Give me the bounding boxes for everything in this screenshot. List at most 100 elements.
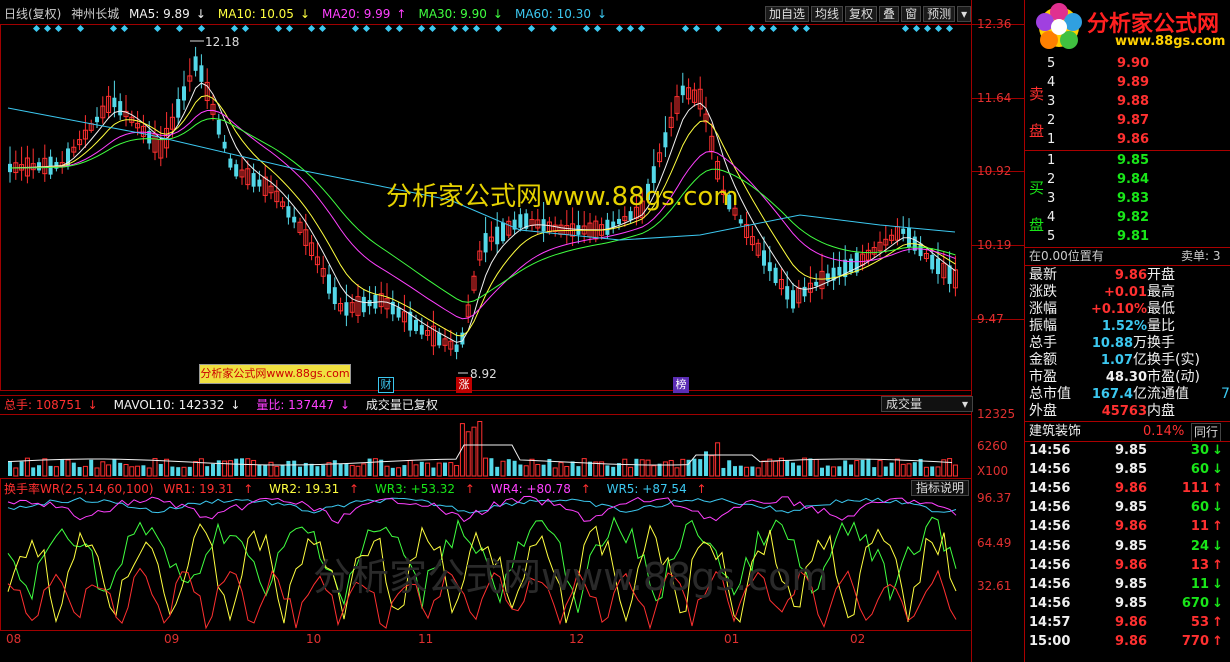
candle (947, 265, 952, 284)
trade-volume: 60 (1190, 500, 1209, 516)
sell-level-row[interactable]: 2 9.87 (1025, 112, 1230, 129)
volume-bar (529, 458, 535, 477)
toolbar-button[interactable]: 均线 (811, 6, 844, 22)
signal-diamond (934, 24, 943, 33)
sell-level-row[interactable]: 5 9.90 (1025, 55, 1230, 72)
signal-diamond (384, 24, 393, 33)
candle (837, 266, 842, 276)
candle (802, 286, 807, 297)
moving-average-line (9, 82, 956, 343)
signal-diamond (362, 24, 371, 33)
volume-bar (431, 467, 436, 476)
buy-level-row[interactable]: 5 9.81 (1025, 228, 1230, 245)
sell-level-row[interactable]: 4 9.89 (1025, 74, 1230, 91)
event-marker-finance[interactable]: 财 (378, 377, 394, 393)
toolbar-button[interactable]: 加自选 (765, 6, 810, 22)
volume-bar (419, 461, 424, 476)
candle (651, 166, 656, 183)
volume-bar (37, 465, 41, 476)
volume-bar (709, 455, 715, 477)
ma-legend-item: MA20: 9.99 ↑ (322, 7, 412, 21)
logo-url: www.88gs.com (1115, 34, 1226, 49)
volume-bar (889, 462, 894, 476)
candle (257, 179, 262, 187)
sell-level-row[interactable]: 1 9.86 (1025, 131, 1230, 148)
candle (182, 86, 186, 101)
candle (437, 332, 442, 346)
indicator-name: 换手率WR(2,5,14,60,100) (4, 482, 154, 496)
toolbar-button[interactable]: 窗 (901, 6, 922, 22)
indicator-header: 换手率WR(2,5,14,60,100) WR1: 19.31 ↑ WR2: 1… (4, 481, 719, 497)
volume-bar (118, 462, 123, 476)
level-price: 9.83 (1117, 191, 1150, 206)
candle (332, 287, 337, 305)
peer-button[interactable]: 同行 (1191, 423, 1222, 442)
buy-level-row[interactable]: 2 9.84 (1025, 171, 1230, 188)
candle (762, 250, 766, 266)
candle (814, 281, 819, 286)
volume-bar (268, 461, 274, 477)
toolbar-button[interactable]: 复权 (845, 6, 878, 22)
event-marker-billboard[interactable]: 榜 (673, 377, 689, 393)
time-axis-label: 11 (418, 632, 434, 646)
buy-level-row[interactable]: 1 9.85 (1025, 152, 1230, 169)
toolbar-button[interactable]: 叠 (879, 6, 900, 22)
level-number: 3 (1047, 94, 1056, 109)
quote-row: 振幅 1.52% 量比 (1025, 318, 1230, 335)
volume-bar (755, 467, 761, 477)
volume-bar (802, 457, 808, 477)
sector-row[interactable]: 建筑装饰 0.14% 同行 (1025, 423, 1230, 442)
signal-diamond (318, 24, 327, 33)
time-axis-label: 08 (6, 632, 22, 646)
level-price: 9.86 (1117, 132, 1150, 147)
volume-bar (176, 467, 181, 476)
volume-bar (576, 466, 581, 476)
quote-row: 涨幅 +0.10% 最低 (1025, 301, 1230, 318)
volume-bar (263, 464, 268, 476)
quote-right-label: 量比 (1147, 318, 1175, 334)
volume-bar (53, 466, 59, 477)
volume-bar (866, 458, 871, 476)
volume-bar (733, 466, 737, 476)
kline-chart[interactable] (0, 0, 1024, 662)
signal-diamond (626, 24, 635, 33)
candle (95, 116, 99, 123)
signal-diamond (692, 24, 701, 33)
chart-area[interactable]: 日线(复权) 神州长城 MA5: 9.89 ↓ MA10: 10.05 ↓ MA20: … (0, 0, 1024, 662)
signal-diamond (153, 24, 162, 33)
buy-level-row[interactable]: 4 9.82 (1025, 209, 1230, 226)
candle (738, 219, 743, 224)
candle (454, 344, 459, 352)
candle (628, 211, 633, 221)
signal-diamond (461, 24, 470, 33)
volume-bar (425, 462, 431, 477)
signal-diamond (307, 24, 316, 33)
volume-bar (837, 466, 842, 476)
signal-diamond (593, 24, 602, 33)
quote-panel: 分析家公式网 www.88gs.com 卖 盘 5 9.90 4 9.89 3 9.88 2… (1024, 0, 1230, 662)
volume-bar (900, 463, 906, 477)
level-number: 1 (1047, 132, 1056, 147)
volume-axis-label: X100 (977, 464, 1009, 478)
volume-bar (71, 462, 76, 476)
indicator-explain-button[interactable]: 指标说明 (911, 480, 970, 496)
signal-diamond (791, 24, 800, 33)
ma-value: MA10: 10.05 (217, 7, 294, 21)
candle (112, 97, 117, 108)
sell-level-row[interactable]: 3 9.88 (1025, 93, 1230, 110)
volume-bar (952, 464, 958, 477)
volume-bar (129, 466, 135, 477)
volume-bar (332, 460, 337, 476)
volume-bar (923, 466, 929, 477)
chevron-down-icon[interactable]: ▾ (957, 6, 972, 22)
level-number: 3 (1047, 191, 1056, 206)
volume-bar (42, 458, 48, 477)
toolbar-button[interactable]: 预测 (923, 6, 956, 22)
volume-bar (315, 466, 320, 476)
volume-bar (8, 460, 12, 476)
chevron-down-icon: ▾ (961, 397, 968, 411)
volume-selector[interactable]: 成交量 ▾ (881, 396, 973, 412)
buy-level-row[interactable]: 3 9.83 (1025, 190, 1230, 207)
volume-bar (512, 460, 517, 476)
wr1-value: WR1: 19.31 ↑ (163, 482, 259, 496)
